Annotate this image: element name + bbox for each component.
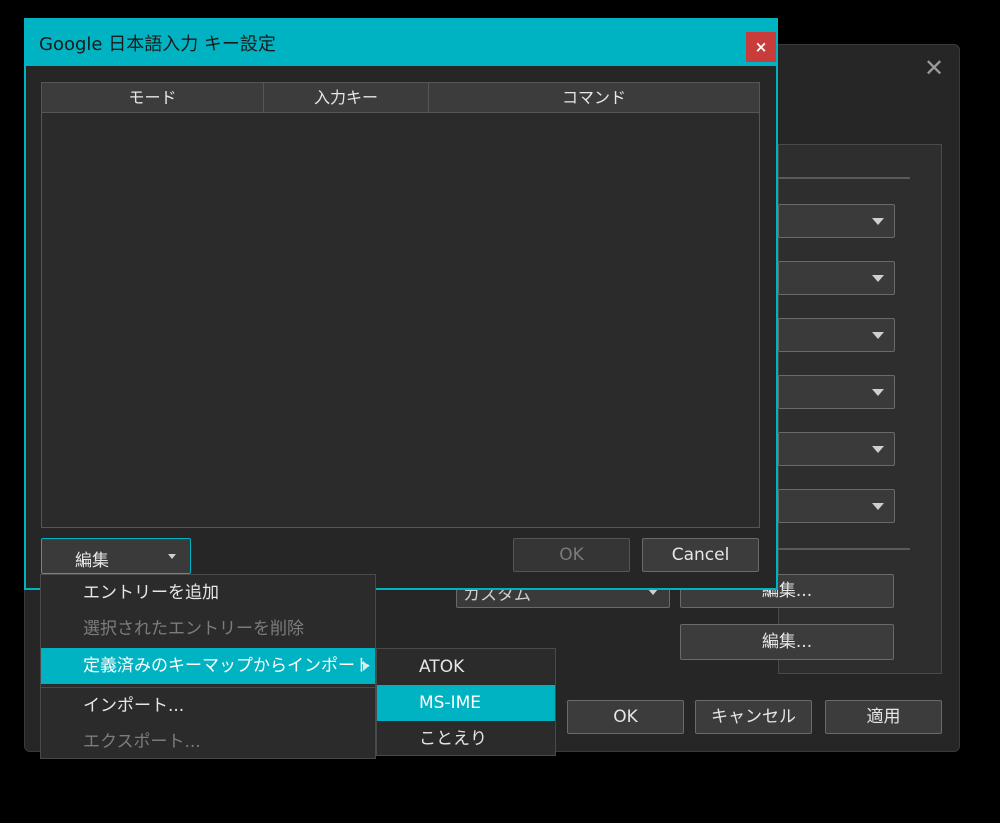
chevron-down-icon	[872, 218, 884, 225]
ok-button[interactable]: OK	[513, 538, 630, 572]
dialog-title: Google 日本語入力 キー設定	[39, 34, 276, 55]
submenu-item-ms-ime[interactable]: MS-IME	[377, 685, 555, 721]
setting-dropdown-1[interactable]	[778, 204, 895, 238]
romaji-edit-button[interactable]: 編集...	[680, 624, 894, 660]
divider	[778, 177, 910, 179]
close-icon[interactable]: ×	[746, 32, 776, 62]
chevron-down-icon	[872, 389, 884, 396]
setting-dropdown-4[interactable]	[778, 375, 895, 409]
divider	[778, 548, 910, 550]
menu-item-export[interactable]: エクスポート...	[41, 724, 375, 760]
menu-item-import-predefined[interactable]: 定義済みのキーマップからインポート	[41, 648, 375, 684]
menu-item-label: 定義済みのキーマップからインポート	[83, 656, 372, 676]
edit-menu-button[interactable]: 編集	[41, 538, 191, 574]
column-header-input-key[interactable]: 入力キー	[264, 83, 429, 112]
submenu-arrow-icon	[363, 661, 369, 671]
table-header: モード 入力キー コマンド	[42, 83, 759, 113]
chevron-down-icon	[872, 503, 884, 510]
bg-apply-button[interactable]: 適用	[825, 700, 942, 734]
chevron-down-icon	[872, 332, 884, 339]
background-close-icon[interactable]: ✕	[920, 54, 948, 82]
setting-dropdown-3[interactable]	[778, 318, 895, 352]
menu-item-import[interactable]: インポート...	[41, 688, 375, 724]
column-header-command[interactable]: コマンド	[429, 83, 759, 112]
cancel-button[interactable]: Cancel	[642, 538, 759, 572]
edit-menu-label: 編集	[75, 551, 109, 571]
submenu-item-kotoeri[interactable]: ことえり	[377, 721, 555, 757]
setting-dropdown-5[interactable]	[778, 432, 895, 466]
title-bar: Google 日本語入力 キー設定 ×	[26, 20, 776, 66]
edit-context-menu: エントリーを追加 選択されたエントリーを削除 定義済みのキーマップからインポート…	[40, 574, 376, 759]
keymap-table[interactable]: モード 入力キー コマンド	[41, 82, 760, 528]
column-header-mode[interactable]: モード	[42, 83, 264, 112]
predefined-keymap-submenu: ATOK MS-IME ことえり	[376, 648, 556, 756]
submenu-item-atok[interactable]: ATOK	[377, 649, 555, 685]
menu-item-delete-selected[interactable]: 選択されたエントリーを削除	[41, 611, 375, 647]
key-settings-dialog: Google 日本語入力 キー設定 × モード 入力キー コマンド 編集 OK …	[24, 18, 778, 590]
chevron-down-icon	[872, 275, 884, 282]
setting-dropdown-2[interactable]	[778, 261, 895, 295]
menu-item-add-entry[interactable]: エントリーを追加	[41, 575, 375, 611]
bg-cancel-button[interactable]: キャンセル	[695, 700, 812, 734]
chevron-down-icon	[872, 446, 884, 453]
bg-ok-button[interactable]: OK	[567, 700, 684, 734]
setting-dropdown-6[interactable]	[778, 489, 895, 523]
chevron-down-icon	[168, 554, 176, 559]
